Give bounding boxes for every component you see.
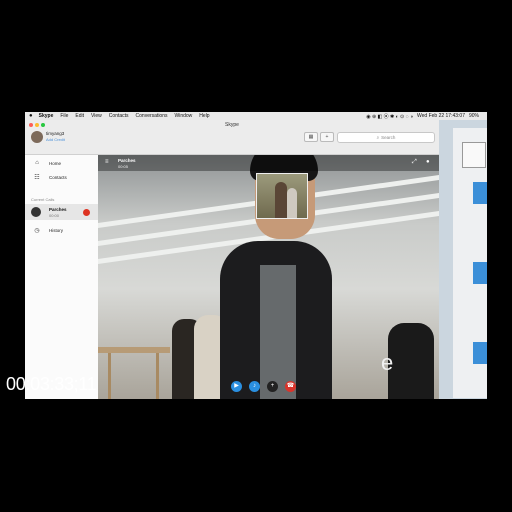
microphone-button[interactable]: ♪ (249, 381, 260, 392)
sidebar-item-label: History (49, 227, 64, 233)
window-title: Skype (225, 122, 239, 128)
dialpad-button[interactable]: ▦ (304, 132, 318, 142)
title-bar: Skype timyang3 Add Credit ▦ + ⌕ Search (25, 120, 439, 155)
call-avatar (31, 207, 41, 217)
contacts-icon: ☷ (34, 174, 40, 181)
desktop-screen: ● Skype File Edit View Contacts Conversa… (25, 112, 487, 399)
search-placeholder: Search (381, 135, 396, 140)
caller-shirt (260, 265, 296, 399)
add-icon: + (270, 383, 275, 389)
clock[interactable]: Wed Feb 22 17:43:07 (417, 113, 465, 119)
background-person (388, 323, 434, 399)
call-time: 00:00 (49, 213, 60, 218)
add-button[interactable]: + (267, 381, 278, 392)
microphone-icon: ♪ (253, 383, 256, 389)
video-camera-button[interactable]: ▶ (231, 381, 242, 392)
hang-up-icon: ☎ (286, 383, 295, 389)
call-contact-name: Parches (49, 207, 67, 212)
menu-bar: ● Skype File Edit View Contacts Conversa… (25, 112, 487, 120)
desktop-item[interactable] (473, 262, 487, 284)
self-view-person (275, 182, 287, 218)
current-call-item[interactable]: Parches 00:00 (25, 204, 98, 220)
add-credit-link[interactable]: Add Credit (46, 137, 65, 142)
sidebar-item-history[interactable]: ◷ History (25, 224, 98, 236)
sidebar: ⌂ Home ☷ Contacts Current Calls Parches … (25, 155, 99, 399)
skype-window: Skype timyang3 Add Credit ▦ + ⌕ Search ⌂… (25, 120, 439, 399)
partial-overlay-text: e (381, 350, 394, 375)
sidebar-item-contacts[interactable]: ☷ Contacts (25, 171, 98, 183)
menu-icon[interactable]: ≡ (105, 159, 109, 165)
dialpad-icon: ▦ (308, 134, 314, 140)
menu-help[interactable]: Help (199, 113, 209, 119)
video-camera-icon: ▶ (234, 383, 239, 389)
document-thumbnail[interactable] (462, 142, 486, 168)
call-header-name: Parches (118, 158, 136, 163)
table-leg (156, 353, 159, 399)
menu-file[interactable]: File (60, 113, 68, 119)
call-header: ≡ Parches 00:05 ⤢ ● (98, 155, 439, 171)
profile-name[interactable]: timyang3 (46, 131, 64, 136)
sidebar-item-label: Home (49, 160, 62, 166)
menu-conversations[interactable]: Conversations (136, 113, 168, 119)
add-contact-icon: + (325, 134, 329, 140)
home-icon: ⌂ (35, 160, 39, 166)
status-icons[interactable]: ◉ ⊕ ◧ ⦿ ✱ ◐ ⊙ ◌ ◑ (366, 113, 413, 120)
self-view-preview[interactable] (256, 173, 308, 219)
search-field[interactable]: ⌕ Search (337, 132, 435, 143)
new-contact-button[interactable]: + (320, 132, 334, 142)
menu-window[interactable]: Window (175, 113, 193, 119)
current-calls-heading: Current Calls (31, 197, 55, 202)
apple-icon[interactable]: ● (29, 113, 33, 119)
menu-skype[interactable]: Skype (39, 113, 54, 119)
battery-indicator[interactable]: 90% (469, 113, 479, 119)
chat-icon[interactable]: ● (426, 159, 430, 165)
search-icon: ⌕ (376, 135, 380, 140)
call-duration: 00:05 (118, 164, 129, 169)
menu-contacts[interactable]: Contacts (109, 113, 129, 119)
history-icon: ◷ (34, 227, 40, 234)
menu-edit[interactable]: Edit (75, 113, 84, 119)
sidebar-item-label: Contacts (49, 174, 67, 180)
table-leg (108, 353, 111, 399)
end-call-badge[interactable] (83, 209, 90, 216)
call-controls: ▶ ♪ + ☎ (231, 381, 303, 392)
menu-view[interactable]: View (91, 113, 102, 119)
profile-avatar[interactable] (31, 131, 43, 143)
hang-up-button[interactable]: ☎ (285, 381, 296, 392)
fullscreen-icon[interactable]: ⤢ (412, 159, 417, 166)
desktop-item[interactable] (473, 342, 487, 364)
timecode-overlay: 00:03:33;11 (6, 374, 97, 394)
sidebar-item-home[interactable]: ⌂ Home (25, 157, 98, 169)
desktop-item[interactable] (473, 182, 487, 204)
self-view-child (287, 188, 297, 218)
